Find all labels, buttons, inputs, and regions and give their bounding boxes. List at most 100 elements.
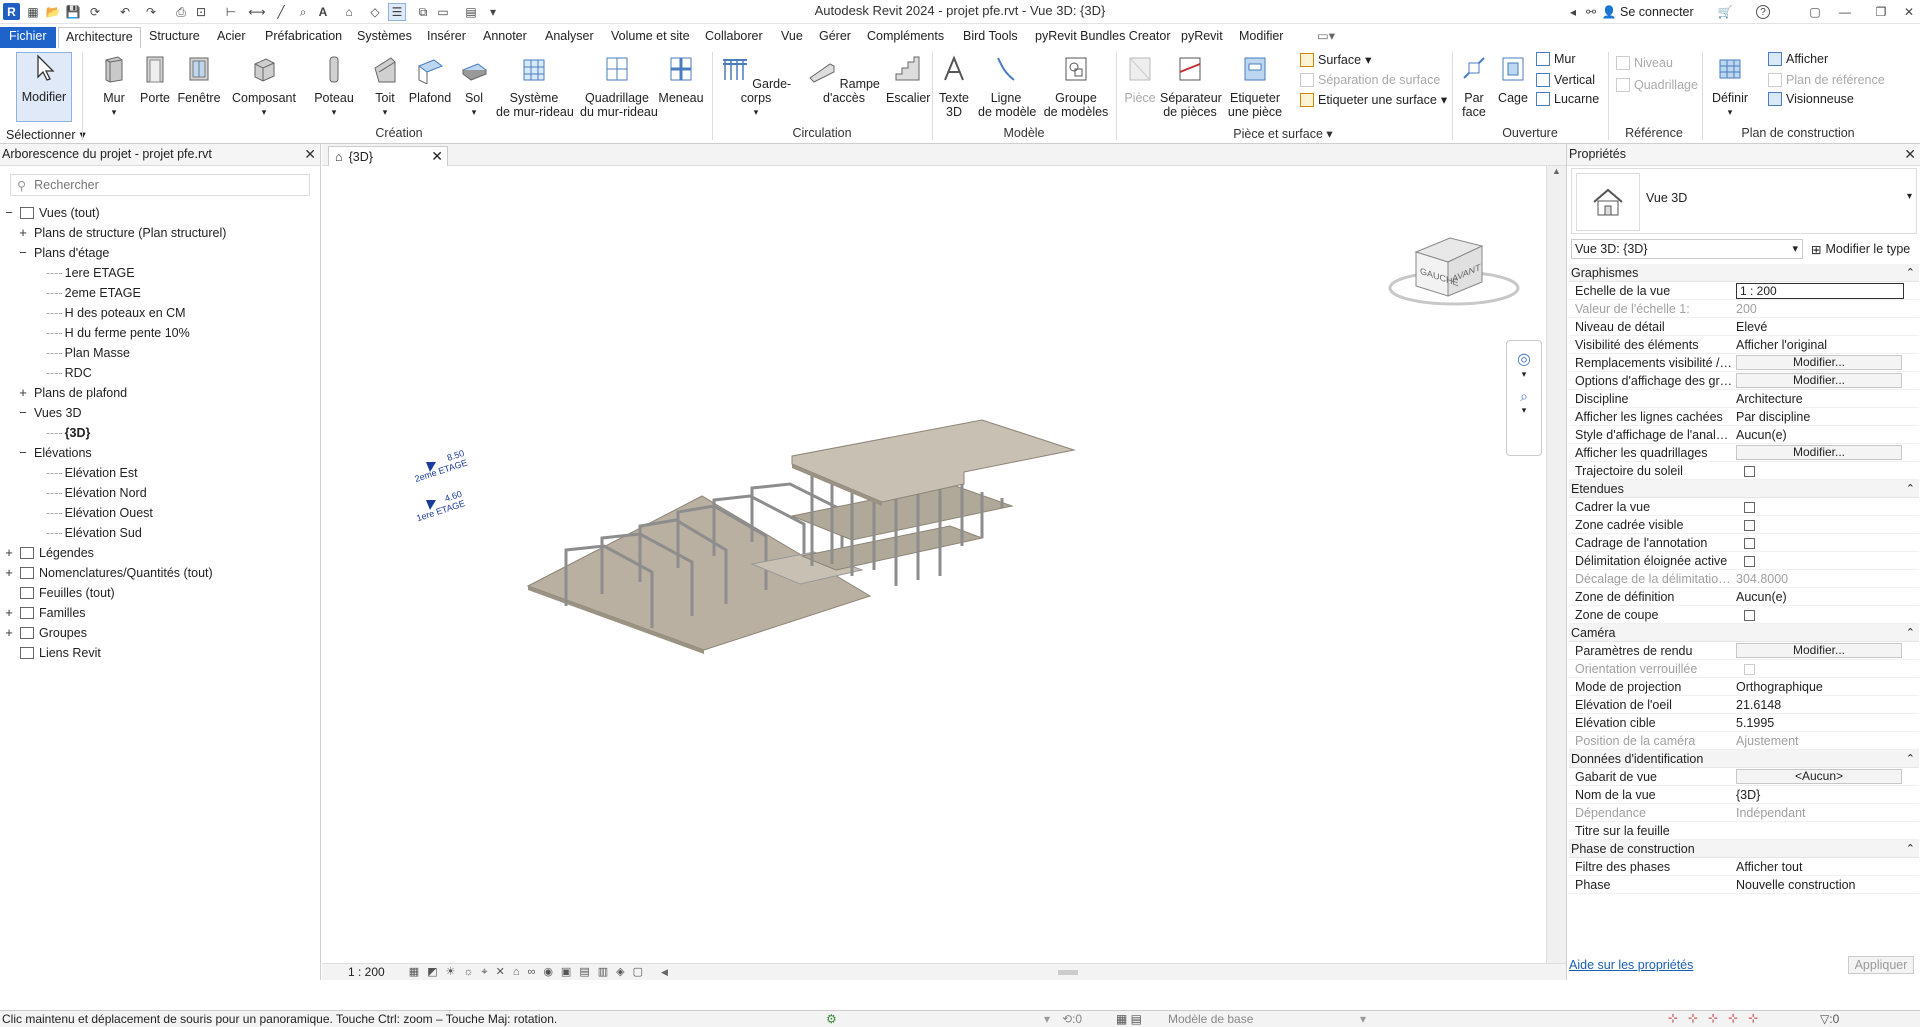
floor-button[interactable]: Sol ▾: [458, 54, 490, 119]
collapse-icon[interactable]: −: [18, 444, 28, 462]
model-line-button[interactable]: Ligne de modèle: [978, 54, 1036, 119]
property-checkbox[interactable]: [1744, 520, 1755, 531]
property-value[interactable]: [1734, 552, 1914, 569]
property-value[interactable]: 5.1995: [1734, 714, 1914, 731]
area-dropdown[interactable]: Surface ▾: [1300, 52, 1371, 67]
collapse-icon[interactable]: −: [18, 244, 28, 262]
property-value[interactable]: Afficher l'original: [1734, 336, 1914, 353]
level-button[interactable]: Niveau: [1616, 56, 1673, 70]
filter-icon[interactable]: ▽:0: [1820, 1012, 1839, 1026]
tree-item[interactable]: ---- Plan Masse: [30, 344, 130, 362]
expand-icon[interactable]: +: [4, 544, 14, 562]
property-checkbox[interactable]: [1744, 610, 1755, 621]
measure-icon[interactable]: ⊡: [192, 3, 210, 21]
property-edit-button[interactable]: Modifier...: [1736, 355, 1902, 370]
view-vertical-scrollbar[interactable]: ▲: [1546, 166, 1566, 963]
shaft-button[interactable]: Cage: [1496, 54, 1530, 105]
instance-selector[interactable]: Vue 3D: {3D}: [1571, 239, 1803, 259]
tab-file[interactable]: Fichier: [0, 27, 56, 48]
property-value[interactable]: [1734, 462, 1914, 479]
property-value[interactable]: [1734, 534, 1914, 551]
window-button[interactable]: Fenêtre: [176, 54, 222, 105]
tab-structure[interactable]: Structure: [142, 27, 207, 48]
default-3d-icon[interactable]: ⌂: [340, 3, 358, 21]
user-icon[interactable]: 👤: [1600, 3, 1618, 21]
type-dropdown-icon[interactable]: ▾: [1907, 191, 1912, 202]
view-scale-input[interactable]: 1 : 200: [1736, 283, 1904, 299]
tab-analyze[interactable]: Analyser: [538, 27, 601, 48]
zoom-icon[interactable]: ⌕: [1507, 388, 1541, 405]
property-edit-button[interactable]: <Aucun>: [1736, 769, 1902, 784]
tree-item[interactable]: ---- Elévation Sud: [30, 524, 142, 542]
tree-item[interactable]: + Légendes: [4, 544, 94, 562]
hscroll-thumb[interactable]: [1057, 969, 1078, 975]
tab-massing[interactable]: Volume et site: [604, 27, 697, 48]
modify-button[interactable]: Modifier: [16, 52, 72, 122]
property-value[interactable]: Aucun(e): [1734, 588, 1914, 605]
model-text-button[interactable]: Texte 3D: [938, 54, 970, 119]
tree-item[interactable]: − Elévations: [18, 444, 91, 462]
property-value[interactable]: Afficher tout: [1734, 858, 1914, 875]
property-value[interactable]: Par discipline: [1734, 408, 1914, 425]
section-icon[interactable]: ◇: [366, 3, 384, 21]
save-icon[interactable]: 💾: [64, 3, 82, 21]
grid-button[interactable]: Quadrillage: [1616, 78, 1698, 92]
tree-item[interactable]: + Plans de structure (Plan structurel): [18, 224, 226, 242]
steering-wheel-icon[interactable]: ◎: [1507, 349, 1541, 369]
property-value[interactable]: [1734, 498, 1914, 515]
tag-area-button[interactable]: Etiqueter une surface ▾: [1300, 92, 1447, 107]
property-value[interactable]: Modifier...: [1734, 444, 1914, 461]
expand-icon[interactable]: +: [4, 604, 14, 622]
property-value[interactable]: 21.6148: [1734, 696, 1914, 713]
worksharing-icon[interactable]: ⚙: [826, 1012, 837, 1026]
property-checkbox[interactable]: [1744, 556, 1755, 567]
tab-extra[interactable]: ▭▾: [1310, 27, 1342, 48]
revit-logo[interactable]: R: [3, 3, 20, 20]
property-value[interactable]: <Aucun>: [1734, 768, 1914, 785]
tag-icon[interactable]: ⌕: [294, 3, 312, 21]
active-link-icon[interactable]: ⟲:0: [1062, 1012, 1082, 1026]
expand-icon[interactable]: +: [18, 384, 28, 402]
edit-type-button[interactable]: ⊞ Modifier le type: [1811, 242, 1910, 257]
tab-systems[interactable]: Systèmes: [350, 27, 419, 48]
search-help-icon[interactable]: ◂: [1564, 3, 1582, 21]
hscroll-left-icon[interactable]: ◀: [661, 967, 668, 978]
property-value[interactable]: [1734, 516, 1914, 533]
properties-close-icon[interactable]: ✕: [1904, 144, 1916, 164]
tab-insert[interactable]: Insérer: [420, 27, 473, 48]
properties-help-link[interactable]: Aide sur les propriétés: [1569, 958, 1693, 972]
tab-collaborate[interactable]: Collaborer: [698, 27, 770, 48]
tree-item[interactable]: − Vues 3D: [18, 404, 81, 422]
scroll-up-icon[interactable]: ▲: [1547, 166, 1566, 176]
property-value[interactable]: [1734, 822, 1914, 839]
stair-button[interactable]: Escalier: [886, 54, 930, 105]
apply-button[interactable]: Appliquer: [1848, 956, 1914, 974]
property-edit-button[interactable]: Modifier...: [1736, 445, 1902, 460]
model-base[interactable]: Modèle de base: [1168, 1012, 1253, 1026]
model-dropdown-icon[interactable]: ▾: [1360, 1012, 1366, 1026]
property-section-header[interactable]: Etendues ⌃: [1569, 480, 1919, 498]
redo-icon[interactable]: ↷: [142, 3, 160, 21]
tree-item[interactable]: Liens Revit: [4, 644, 101, 662]
tab-addins[interactable]: Compléments: [860, 27, 951, 48]
expand-icon[interactable]: +: [4, 564, 14, 582]
set-workplane-button[interactable]: Définir ▾: [1710, 54, 1750, 119]
dimension-icon[interactable]: ⟷: [248, 3, 266, 21]
align-icon[interactable]: ⊢: [222, 3, 240, 21]
signin-button[interactable]: Se connecter: [1620, 5, 1694, 19]
switch-windows-icon[interactable]: ▭: [434, 3, 452, 21]
help-icon[interactable]: ?: [1756, 5, 1770, 19]
steering-dropdown-icon[interactable]: ▾: [1507, 369, 1541, 380]
property-value[interactable]: Orthographique: [1734, 678, 1914, 695]
tree-item[interactable]: + Groupes: [4, 624, 87, 642]
vertical-opening-button[interactable]: Vertical: [1536, 73, 1595, 87]
text-icon[interactable]: A: [314, 3, 332, 21]
tree-item[interactable]: ---- Elévation Ouest: [30, 504, 153, 522]
property-section-header[interactable]: Données d'identification ⌃: [1569, 750, 1919, 768]
tag-room-button[interactable]: Etiqueter une pièce: [1224, 54, 1286, 119]
property-value[interactable]: Modifier...: [1734, 642, 1914, 659]
column-button[interactable]: Poteau ▾: [312, 54, 356, 119]
minimize-ribbon-icon[interactable]: ▢: [1806, 3, 1824, 21]
view-tab-close-icon[interactable]: ✕: [431, 148, 443, 165]
home-icon[interactable]: ▦: [24, 3, 42, 21]
